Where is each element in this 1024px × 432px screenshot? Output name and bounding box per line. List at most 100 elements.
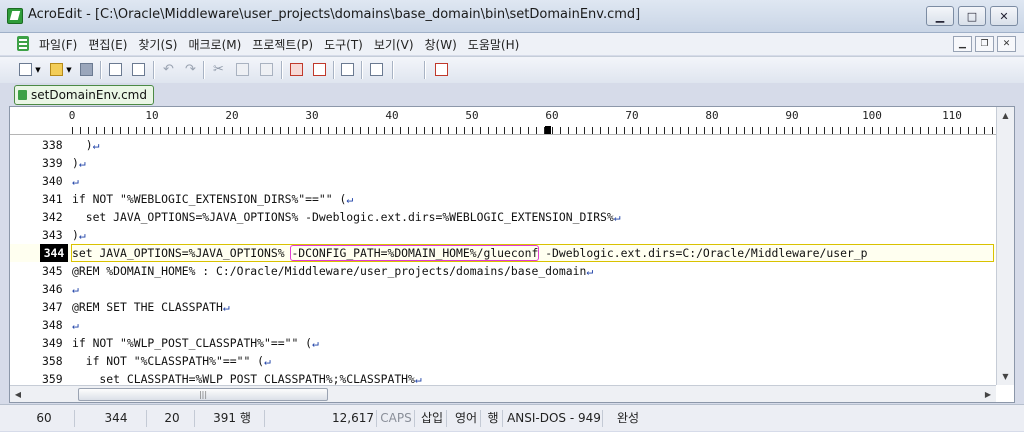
return-symbol-icon: ↵ [78, 156, 86, 170]
ruler-label: 50 [465, 109, 479, 122]
open-button[interactable] [48, 61, 65, 78]
code-line[interactable]: 341 if NOT "%WEBLOGIC_EXTENSION_DIRS%"=="… [10, 190, 996, 208]
scroll-up-arrow-icon[interactable]: ▲ [997, 107, 1014, 124]
line-text: set JAVA_OPTIONS=%JAVA_OPTIONS% [72, 246, 292, 260]
code-line[interactable]: 358 if NOT "%CLASSPATH%"=="" (↵ [10, 352, 996, 370]
toolbar-separator [153, 61, 155, 79]
redo-button[interactable]: ↷ [182, 61, 199, 78]
code-line[interactable]: 343)↵ [10, 226, 996, 244]
properties-button[interactable] [339, 61, 356, 78]
toolbar-separator [281, 61, 283, 79]
doc-minimize-button[interactable]: ▁ [953, 36, 972, 52]
line-text: ) [72, 138, 93, 152]
open-dropdown[interactable]: ▼ [64, 61, 74, 78]
dropdown-arrow-icon: ▼ [35, 65, 41, 74]
menu-project[interactable]: 프로젝트(P) [252, 36, 313, 53]
current-code-line[interactable]: 344 set JAVA_OPTIONS=%JAVA_OPTIONS% -DCON… [10, 244, 996, 262]
horizontal-scrollbar[interactable]: ◀ ||| ▶ [10, 385, 996, 402]
save-icon [80, 63, 93, 76]
paste-icon [260, 63, 273, 76]
line-text: if NOT "%WLP_POST_CLASSPATH%"=="" ( [72, 336, 313, 350]
paste-button[interactable] [258, 61, 275, 78]
minimize-button[interactable]: ▁ [926, 6, 954, 26]
line-number: 349 [42, 336, 63, 350]
ruler-label: 80 [705, 109, 719, 122]
toolbar-separator [424, 61, 426, 79]
save-button[interactable] [78, 61, 95, 78]
vertical-scrollbar[interactable]: ▲ ▼ [996, 107, 1014, 385]
menu-tools[interactable]: 도구(T) [324, 36, 363, 53]
code-line[interactable]: 347 @REM SET THE CLASSPATH↵ [10, 298, 996, 316]
status-language[interactable]: 영어 [452, 410, 481, 427]
print-preview-button[interactable] [107, 61, 124, 78]
acroedit-app-icon[interactable] [7, 8, 23, 24]
menu-view[interactable]: 보기(V) [374, 36, 414, 53]
status-encoding[interactable]: ANSI-DOS - 949 [506, 410, 603, 427]
scroll-right-arrow-icon[interactable]: ▶ [980, 386, 996, 402]
status-bytes: 12,617 [330, 410, 377, 427]
menu-help[interactable]: 도움말(H) [468, 36, 520, 53]
code-area[interactable]: 338 )↵ 339)↵ 340 ↵ 341 if NOT "%WEBLOGIC_E… [10, 136, 996, 385]
cut-icon: ✂ [213, 62, 224, 77]
toolbar-separator [361, 61, 363, 79]
scroll-left-arrow-icon[interactable]: ◀ [10, 386, 26, 402]
line-number: 341 [42, 192, 63, 206]
return-symbol-icon: ↵ [222, 300, 230, 314]
status-row-mode[interactable]: 행 [484, 410, 503, 427]
line-number: 346 [42, 282, 63, 296]
code-line[interactable]: 359 set CLASSPATH=%WLP_POST_CLASSPATH%;%… [10, 370, 996, 385]
line-text: ) [72, 156, 79, 170]
menu-find[interactable]: 찾기(S) [138, 36, 177, 53]
line-number: 348 [42, 318, 63, 332]
document-menu-icon[interactable] [17, 36, 29, 51]
new-file-button[interactable] [17, 61, 34, 78]
code-line[interactable]: 342 set JAVA_OPTIONS=%JAVA_OPTIONS% -Dwe… [10, 208, 996, 226]
menu-window[interactable]: 창(W) [425, 36, 457, 53]
maximize-icon: □ [966, 9, 978, 23]
code-line[interactable]: 340 ↵ [10, 172, 996, 190]
ruler-label: 60 [545, 109, 559, 122]
calendar-icon [435, 63, 448, 76]
highlighted-config-path: -DCONFIG_PATH=%DOMAIN_HOME%/glueconf [290, 245, 540, 261]
doc-restore-button[interactable]: ❐ [975, 36, 994, 52]
return-symbol-icon: ↵ [312, 336, 319, 350]
ruler-label: 0 [68, 109, 76, 122]
menu-items: 파일(F) 편집(E) 찾기(S) 매크로(M) 프로젝트(P) 도구(T) 보… [39, 36, 519, 53]
code-line[interactable]: 349 if NOT "%WLP_POST_CLASSPATH%"=="" (↵ [10, 334, 996, 352]
replace-button[interactable] [311, 61, 328, 78]
editor-frame: 0 10 20 30 40 50 60 70 80 90 100 110 338… [9, 106, 1015, 403]
close-icon: ✕ [999, 9, 1009, 23]
menu-macro[interactable]: 매크로(M) [188, 36, 241, 53]
toolbar-separator [392, 61, 394, 79]
return-symbol-icon: ↵ [72, 282, 79, 296]
replace-icon [313, 63, 326, 76]
menu-file[interactable]: 파일(F) [39, 36, 77, 53]
status-column: 60 [14, 410, 75, 427]
code-line[interactable]: 348 ↵ [10, 316, 996, 334]
title-bar: AcroEdit - [C:\Oracle\Middleware\user_pr… [0, 0, 1024, 33]
horizontal-scroll-thumb[interactable]: ||| [78, 388, 328, 401]
status-line: 344 [86, 410, 147, 427]
doc-close-button[interactable]: ✕ [997, 36, 1016, 52]
close-button[interactable]: ✕ [990, 6, 1018, 26]
return-symbol-icon: ↵ [72, 174, 79, 188]
code-line[interactable]: 339)↵ [10, 154, 996, 172]
code-line[interactable]: 338 )↵ [10, 136, 996, 154]
return-symbol-icon: ↵ [613, 210, 621, 224]
maximize-button[interactable]: □ [958, 6, 986, 26]
tab-setdomainenv[interactable]: setDomainEnv.cmd [14, 85, 154, 105]
print-button[interactable] [130, 61, 147, 78]
copy-button[interactable] [234, 61, 251, 78]
new-file-dropdown[interactable]: ▼ [33, 61, 43, 78]
undo-button[interactable]: ↶ [160, 61, 177, 78]
cut-button[interactable]: ✂ [210, 61, 227, 78]
scroll-down-arrow-icon[interactable]: ▼ [997, 368, 1014, 385]
find-button[interactable] [288, 61, 305, 78]
code-line[interactable]: 346 ↵ [10, 280, 996, 298]
calendar-button[interactable] [433, 61, 450, 78]
new-file-icon [19, 63, 32, 76]
list-button[interactable] [368, 61, 385, 78]
status-insert-mode[interactable]: 삽입 [418, 410, 447, 427]
menu-edit[interactable]: 편집(E) [88, 36, 127, 53]
code-line[interactable]: 345 @REM %DOMAIN_HOME% : C:/Oracle/Middle… [10, 262, 996, 280]
